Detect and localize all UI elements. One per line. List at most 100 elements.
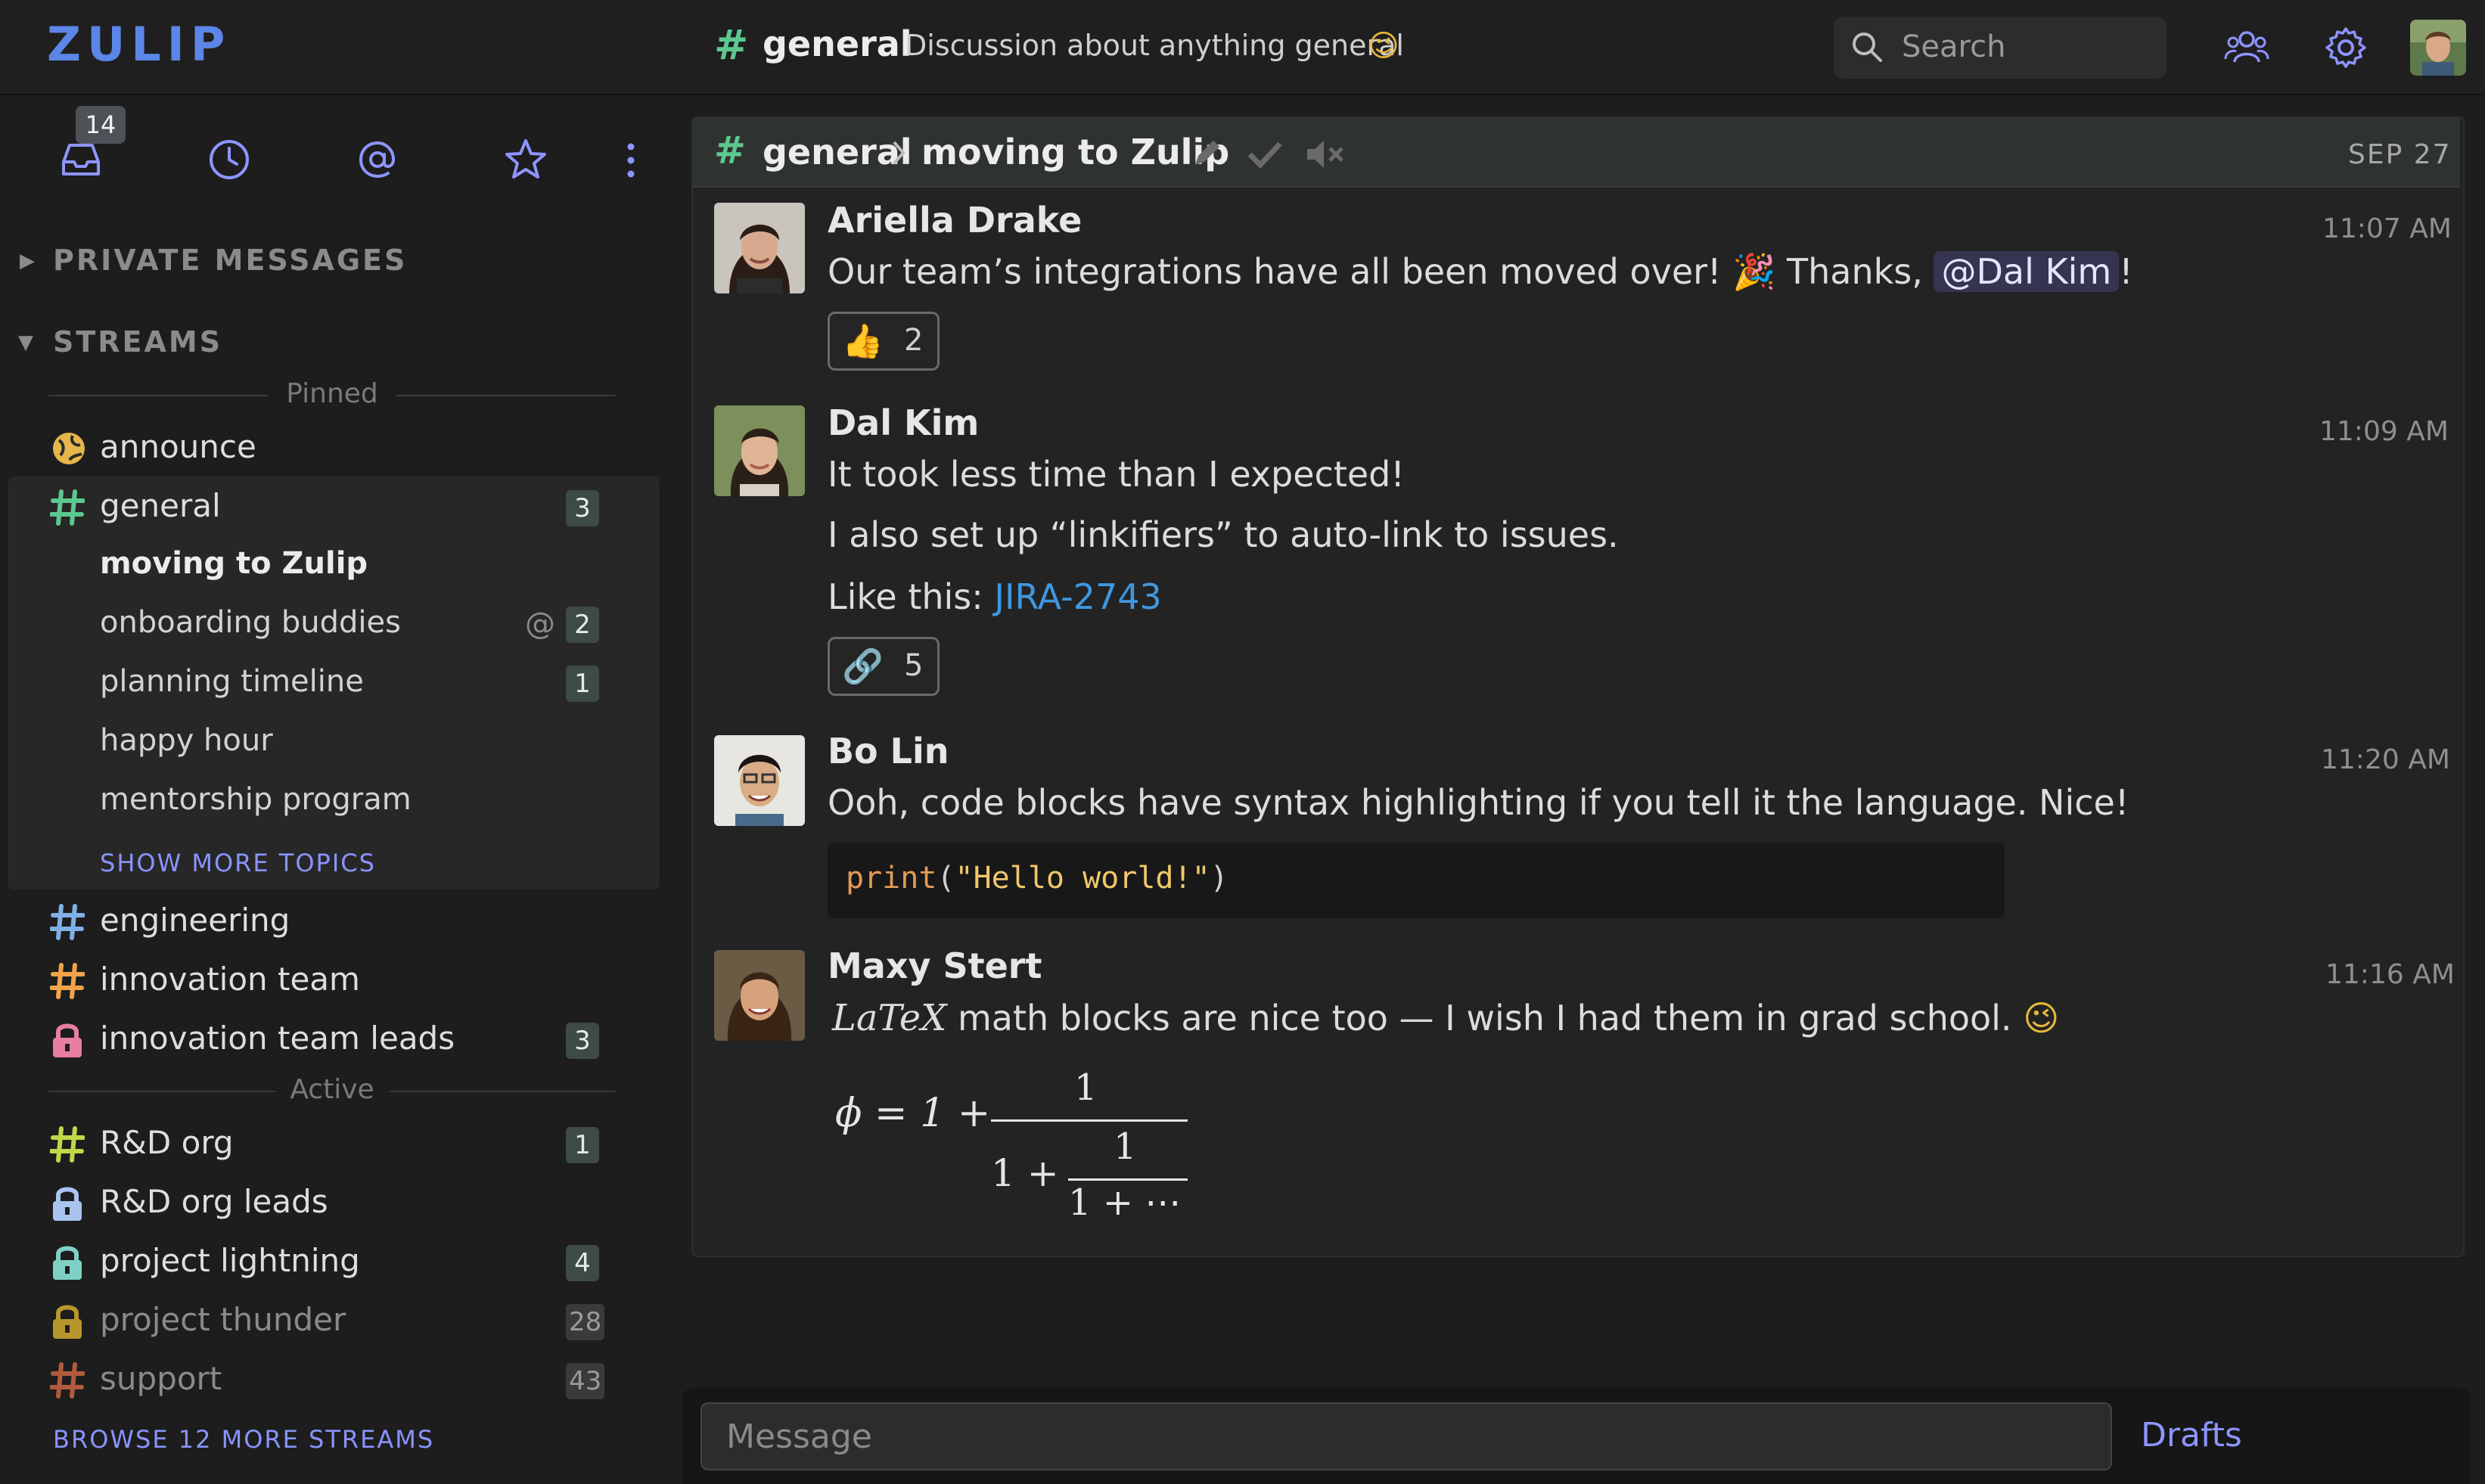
stream-lock-icon bbox=[50, 1021, 85, 1062]
stream-lock-icon bbox=[53, 1305, 82, 1339]
avatar-dal-kim[interactable] bbox=[714, 405, 805, 496]
math-denominator-prefix: 1 + bbox=[991, 1151, 1059, 1195]
stream-hash-icon bbox=[49, 1361, 85, 1402]
message-text: Our team’s integrations have all been mo… bbox=[828, 251, 1722, 292]
message-text: I also set up “linkifiers” to auto-link … bbox=[828, 514, 1619, 555]
stream-lock-icon bbox=[53, 1023, 82, 1057]
private-messages-header[interactable]: PRIVATE MESSAGES bbox=[53, 244, 407, 277]
reaction-link[interactable]: 🔗 5 bbox=[828, 637, 940, 696]
sidebar-topic-item[interactable]: onboarding buddies @2 bbox=[18, 596, 623, 652]
unread-count: 1 bbox=[566, 1127, 599, 1163]
topic-name: onboarding buddies bbox=[100, 605, 401, 640]
sidebar-stream-general[interactable]: general 3 bbox=[18, 480, 623, 536]
message-time[interactable]: 11:16 AM bbox=[2325, 959, 2455, 990]
latex-wordmark: LaTeX bbox=[832, 997, 947, 1039]
pinned-divider-label: Pinned bbox=[286, 378, 378, 409]
collapse-caret-down-icon[interactable]: ▼ bbox=[18, 331, 33, 354]
streams-header[interactable]: STREAMS bbox=[53, 325, 222, 359]
inbox-unread-count: 14 bbox=[76, 106, 126, 144]
stream-lock-icon bbox=[53, 1246, 82, 1280]
tada-emoji-icon: 🎉 bbox=[1732, 251, 1776, 292]
stream-hash-icon bbox=[49, 962, 85, 1003]
stream-hash-icon bbox=[49, 963, 85, 999]
avatar-bo-lin[interactable] bbox=[714, 735, 805, 826]
header-stream-description: Discussion about anything general bbox=[905, 29, 1404, 62]
stream-hash-icon bbox=[49, 1126, 85, 1163]
recent-clock-icon[interactable] bbox=[206, 136, 253, 183]
message-time[interactable]: 11:09 AM bbox=[2319, 416, 2449, 447]
message-content: Like this: JIRA-2743 bbox=[828, 576, 1162, 617]
sidebar-topic-item[interactable]: planning timeline 1 bbox=[18, 655, 623, 711]
unread-count: 3 bbox=[566, 490, 599, 526]
message-sender[interactable]: Ariella Drake bbox=[828, 200, 1082, 241]
math-inner-denominator: 1 + ⋯ bbox=[1068, 1181, 1182, 1224]
math-block: ϕ = 1 + 1 1 + 1 1 + ⋯ bbox=[832, 1066, 1195, 1225]
mute-speaker-icon[interactable] bbox=[1304, 138, 1347, 171]
sidebar-stream-innovation-team-leads[interactable]: innovation team leads 3 bbox=[18, 1012, 623, 1068]
math-inner-numerator: 1 bbox=[1114, 1125, 1137, 1168]
gear-icon[interactable] bbox=[2324, 26, 2368, 70]
stream-name: engineering bbox=[100, 902, 290, 939]
starred-star-icon[interactable] bbox=[502, 136, 549, 183]
sidebar-stream-project-thunder[interactable]: project thunder 28 bbox=[18, 1293, 623, 1349]
message-sender[interactable]: Bo Lin bbox=[828, 731, 949, 771]
sidebar-topic-item[interactable]: mentorship program bbox=[18, 773, 623, 829]
stream-name: project thunder bbox=[100, 1301, 346, 1338]
edit-pencil-icon[interactable] bbox=[1189, 136, 1224, 171]
message-sender[interactable]: Maxy Stert bbox=[828, 945, 1042, 986]
sidebar-stream-innovation-team[interactable]: innovation team bbox=[18, 953, 623, 1009]
recipient-topic-name[interactable]: moving to Zulip bbox=[921, 132, 1229, 172]
show-more-topics-link[interactable]: SHOW MORE TOPICS bbox=[100, 849, 376, 877]
avatar-ariella-drake[interactable] bbox=[714, 203, 805, 293]
message-sender[interactable]: Dal Kim bbox=[828, 402, 979, 443]
message-time[interactable]: 11:07 AM bbox=[2322, 213, 2452, 244]
stream-hash-icon bbox=[49, 1125, 85, 1166]
sidebar-stream-r-d-org-leads[interactable]: R&D org leads bbox=[18, 1175, 623, 1231]
link-emoji-icon: 🔗 bbox=[842, 647, 884, 686]
stream-hash-icon bbox=[49, 489, 85, 529]
pinned-divider-left bbox=[48, 395, 268, 396]
message-text: Ooh, code blocks have syntax highlightin… bbox=[828, 782, 2129, 823]
search-icon[interactable] bbox=[1850, 30, 1884, 64]
browse-more-streams-link[interactable]: BROWSE 12 MORE STREAMS bbox=[53, 1425, 434, 1454]
topic-name: mentorship program bbox=[100, 782, 412, 817]
code-function: print bbox=[846, 861, 937, 896]
jira-issue-link[interactable]: JIRA-2743 bbox=[994, 576, 1161, 617]
unread-count: 3 bbox=[566, 1023, 599, 1059]
stream-lock-icon bbox=[50, 1184, 85, 1225]
stream-name: project lightning bbox=[100, 1242, 360, 1279]
message-input[interactable] bbox=[700, 1402, 2112, 1470]
unread-count: 28 bbox=[566, 1304, 605, 1340]
collapse-caret-right-icon[interactable]: ▶ bbox=[20, 250, 35, 272]
search-input[interactable]: Search bbox=[1902, 29, 2005, 64]
sidebar-stream-project-lightning[interactable]: project lightning 4 bbox=[18, 1234, 623, 1290]
sidebar-stream-support[interactable]: support 43 bbox=[18, 1352, 623, 1408]
sidebar-stream-announce[interactable]: announce bbox=[18, 421, 623, 477]
stream-lock-icon bbox=[53, 1187, 82, 1221]
active-divider-label: Active bbox=[290, 1074, 374, 1105]
drafts-link[interactable]: Drafts bbox=[2141, 1416, 2242, 1455]
message-text: Thanks, bbox=[1787, 251, 1923, 292]
header-stream-name[interactable]: general bbox=[763, 23, 912, 64]
sidebar-stream-r-d-org[interactable]: R&D org 1 bbox=[18, 1116, 623, 1172]
sidebar-stream-engineering[interactable]: engineering bbox=[18, 894, 623, 950]
resolve-check-icon[interactable] bbox=[1247, 138, 1283, 171]
user-mention[interactable]: @Dal Kim bbox=[1934, 251, 2120, 292]
message-text: ! bbox=[2119, 251, 2133, 292]
zulip-logo[interactable]: ZULIP bbox=[47, 17, 231, 72]
more-vertical-icon[interactable] bbox=[620, 141, 641, 180]
recipient-hash-icon: # bbox=[714, 129, 746, 172]
users-icon[interactable] bbox=[2224, 27, 2269, 70]
stream-name: announce bbox=[100, 428, 256, 465]
reaction-thumbs-up[interactable]: 👍 2 bbox=[828, 312, 940, 371]
topic-name: happy hour bbox=[100, 723, 273, 758]
user-avatar[interactable] bbox=[2410, 20, 2466, 76]
unread-count: 1 bbox=[566, 666, 599, 702]
message-input-placeholder[interactable]: Message bbox=[726, 1417, 872, 1456]
mentions-at-icon[interactable] bbox=[354, 136, 401, 183]
reaction-count: 5 bbox=[904, 648, 924, 683]
sidebar-topic-item[interactable]: moving to Zulip bbox=[18, 537, 623, 593]
sidebar-topic-item[interactable]: happy hour bbox=[18, 714, 623, 770]
avatar-maxy-stert[interactable] bbox=[714, 950, 805, 1041]
message-time[interactable]: 11:20 AM bbox=[2321, 744, 2450, 775]
